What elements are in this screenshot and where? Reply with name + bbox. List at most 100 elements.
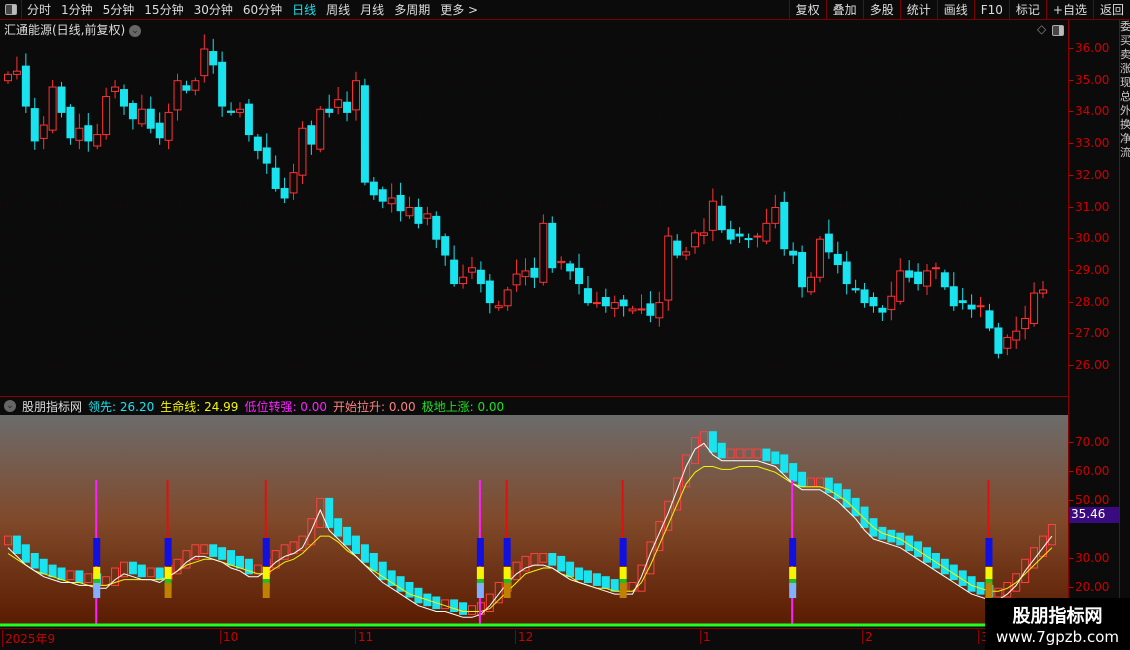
indicator-bar	[200, 544, 209, 555]
period-tab[interactable]: 多周期	[389, 1, 435, 18]
candle	[914, 263, 923, 291]
candle	[334, 87, 343, 115]
candle	[842, 251, 851, 295]
candle	[30, 97, 39, 150]
indicator-bar	[235, 555, 244, 569]
indicator-tick: 30.00	[1068, 551, 1110, 565]
period-tab[interactable]: 周线	[321, 1, 355, 18]
indicator-bar	[512, 561, 521, 581]
candle	[316, 106, 325, 153]
candle	[378, 186, 387, 209]
period-tab[interactable]: 日线	[287, 1, 321, 18]
price-tick: 28.00	[1068, 294, 1110, 309]
candle	[994, 322, 1003, 359]
candle	[235, 102, 244, 118]
period-tab[interactable]: 60分钟	[238, 1, 287, 18]
period-tab[interactable]: 分时	[22, 1, 56, 18]
indicator-bar	[833, 483, 842, 499]
toolbar-button[interactable]: 统计	[899, 0, 937, 20]
candle	[423, 206, 432, 226]
toolbar-button[interactable]: +自选	[1045, 0, 1093, 20]
candle	[387, 183, 396, 213]
indicator-value: 极地上涨: 0.00	[421, 399, 505, 414]
indicator-bar	[655, 521, 664, 552]
candle	[566, 260, 575, 280]
chevron-down-icon[interactable]: ⌄	[4, 400, 16, 412]
period-tab[interactable]: 15分钟	[139, 1, 188, 18]
toolbar-button[interactable]: 画线	[936, 0, 974, 20]
indicator-bar	[717, 442, 726, 459]
toolbar-button[interactable]: 复权	[788, 0, 826, 20]
candle	[1012, 316, 1021, 349]
indicator-bar	[557, 555, 566, 572]
candle	[949, 272, 958, 311]
indicator-bar	[360, 544, 369, 563]
price-tick: 36.00	[1068, 41, 1110, 55]
period-tab[interactable]: 5分钟	[98, 1, 140, 18]
candle	[878, 305, 887, 321]
indicator-value: 低位转强: 0.00	[244, 399, 328, 414]
indicator-value: 开始拉升: 0.00	[333, 399, 416, 414]
candle	[851, 279, 860, 294]
toolbar-button[interactable]: 标记	[1008, 0, 1046, 20]
candle	[530, 257, 539, 289]
candle	[815, 236, 824, 283]
toolbar-button[interactable]: 叠加	[825, 0, 863, 20]
candle	[262, 133, 271, 174]
candle	[896, 258, 905, 305]
date-axis: 2025年9101112123	[0, 628, 1068, 647]
watermark: 股朋指标网 www.7gpzb.com	[985, 598, 1130, 650]
candle	[664, 227, 673, 311]
candle	[182, 80, 191, 94]
toolbar-button[interactable]: 返回	[1092, 0, 1130, 20]
period-tab[interactable]: 30分钟	[189, 1, 238, 18]
indicator-bar	[691, 437, 700, 465]
current-value-label: 35.46	[1069, 507, 1119, 523]
candle	[1021, 305, 1030, 340]
indicator-bar	[842, 489, 851, 508]
indicator-bar	[334, 518, 343, 537]
indicator-bar	[75, 570, 84, 583]
candle	[155, 112, 164, 145]
indicator-bar	[173, 558, 182, 575]
indicator-tick: 60.00	[1068, 464, 1110, 478]
toolbar-button[interactable]: 多股	[862, 0, 900, 20]
candle	[940, 269, 949, 290]
indicator-bar	[539, 553, 548, 563]
date-label: 1	[700, 630, 711, 644]
candle	[985, 303, 994, 332]
candle	[1039, 281, 1047, 299]
candle	[66, 104, 75, 145]
candle	[503, 286, 512, 311]
indicator-bar	[441, 599, 450, 610]
candle	[655, 291, 664, 327]
indicator-bar	[824, 477, 833, 494]
candle	[601, 288, 610, 313]
period-tab[interactable]: 1分钟	[56, 1, 98, 18]
period-tab[interactable]: 更多 >	[435, 1, 483, 18]
candle	[432, 211, 441, 249]
candle	[200, 34, 209, 83]
period-tab[interactable]: 月线	[355, 1, 389, 18]
lead-line	[7, 442, 1053, 618]
indicator-bar	[601, 576, 610, 589]
indicator-bar	[48, 564, 57, 578]
candle	[21, 53, 30, 114]
indicator-bar	[521, 555, 530, 572]
indicator-bar	[780, 454, 789, 473]
candle	[57, 81, 66, 118]
candle	[164, 103, 173, 150]
candle	[146, 96, 155, 134]
candle	[75, 113, 84, 150]
indicator-bar	[762, 448, 771, 462]
sidebar-toggle-button[interactable]	[0, 0, 22, 20]
candle	[860, 282, 869, 308]
toolbar-button[interactable]: F10	[973, 0, 1009, 20]
indicator-bar	[30, 553, 39, 569]
candle	[958, 288, 967, 310]
candle	[48, 80, 57, 134]
indicator-bar	[191, 544, 200, 560]
price-tick: 33.00	[1068, 136, 1110, 151]
indicator-bar	[860, 506, 869, 528]
indicator-bar	[128, 561, 137, 575]
